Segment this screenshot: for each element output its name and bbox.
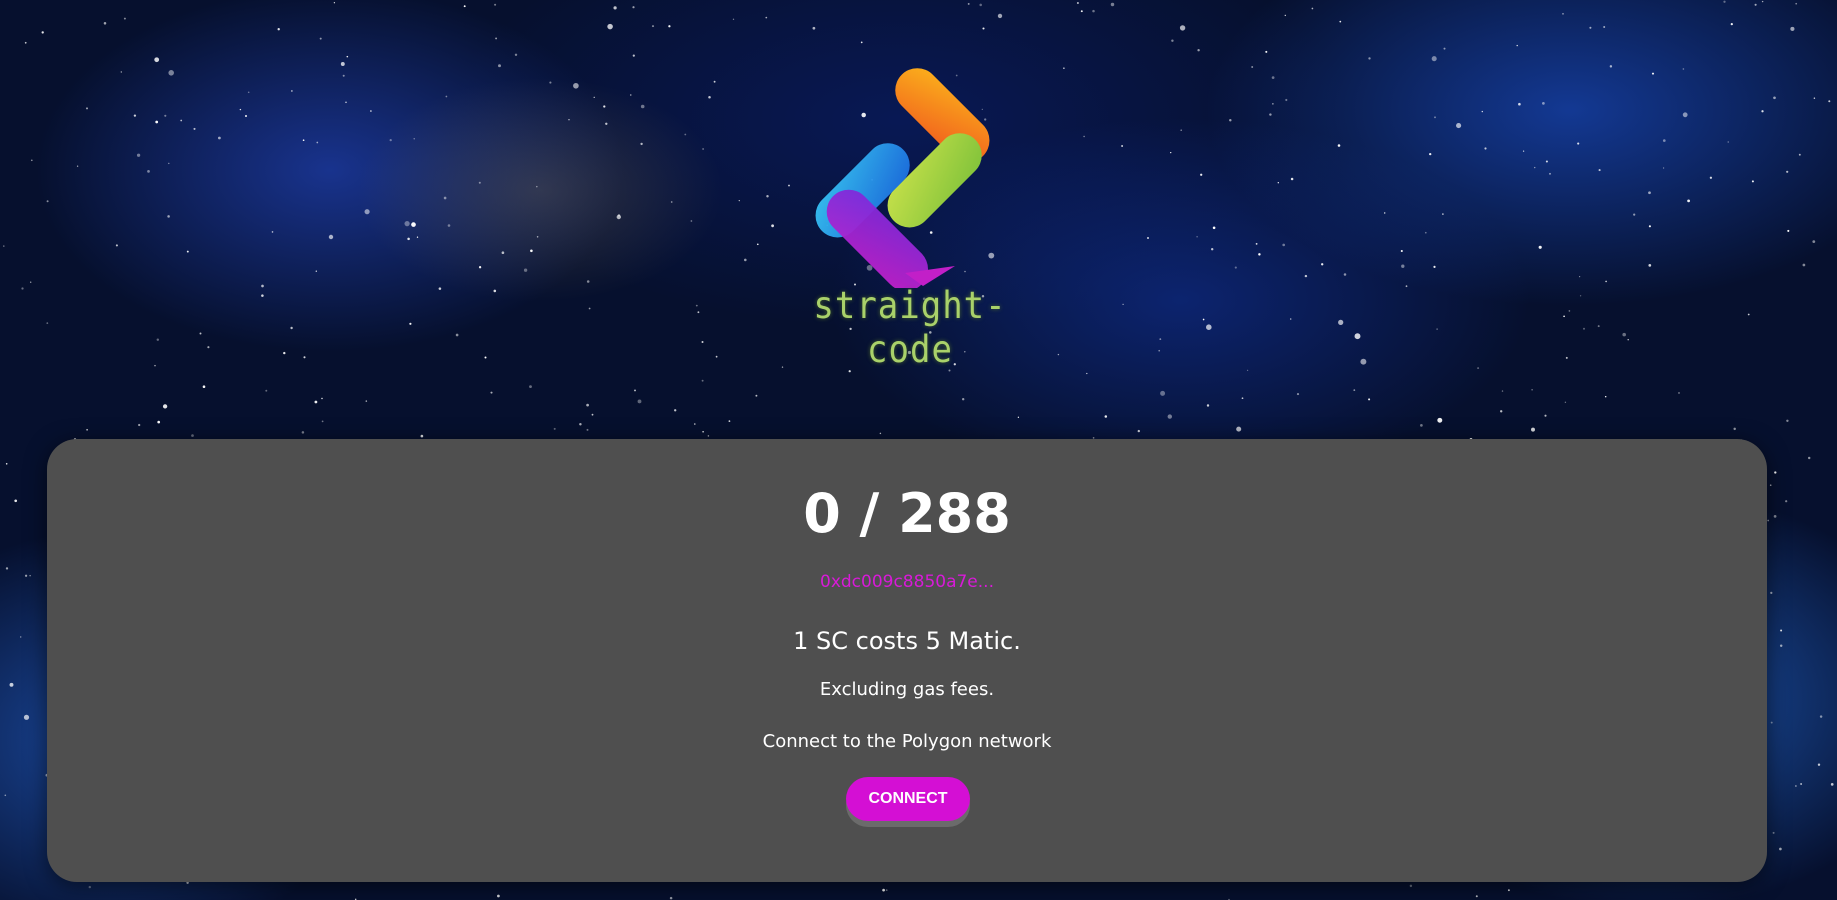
minted-counter: 0 / 288 — [803, 482, 1011, 545]
straight-code-logo-icon — [815, 68, 990, 291]
price-text: 1 SC costs 5 Matic. — [793, 627, 1021, 655]
connect-button[interactable]: CONNECT — [846, 777, 970, 821]
straight-code-logo: straight-code — [795, 38, 1025, 372]
logo-wordmark: straight-code — [813, 284, 1007, 372]
mint-panel: 0 / 288 0xdc009c8850a7e... 1 SC costs 5 … — [47, 439, 1767, 882]
network-prompt: Connect to the Polygon network — [762, 731, 1052, 752]
gas-fee-note: Excluding gas fees. — [819, 679, 995, 700]
contract-address-link[interactable]: 0xdc009c8850a7e... — [47, 572, 1767, 592]
